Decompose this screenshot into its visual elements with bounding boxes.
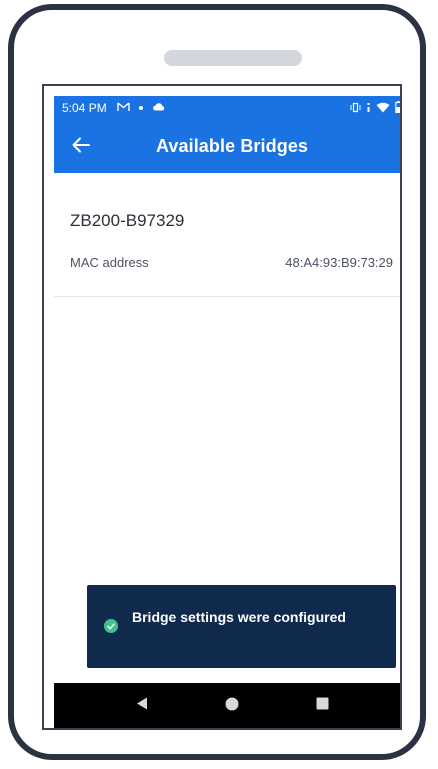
- back-triangle-icon: [136, 697, 148, 715]
- dot-icon: [138, 102, 144, 115]
- nav-recents-button[interactable]: [312, 696, 332, 716]
- cloud-icon: [152, 102, 165, 114]
- status-right-icons: [350, 101, 400, 116]
- app-bar: Available Bridges: [54, 120, 400, 173]
- mac-address-label: MAC address: [70, 255, 149, 270]
- success-snackbar: Bridge settings were configured: [87, 585, 396, 668]
- page-title: Available Bridges: [155, 136, 309, 156]
- phone-speaker: [164, 50, 302, 66]
- bridge-name: ZB200-B97329: [70, 211, 185, 230]
- home-circle-icon: [225, 697, 239, 716]
- status-bar: 5:04 PM: [54, 96, 400, 120]
- vibrate-icon: [350, 102, 361, 116]
- device-screen: 5:04 PM Available Bridges ZB200-B97329 M…: [42, 84, 402, 730]
- nav-home-button[interactable]: [222, 696, 242, 716]
- status-time: 5:04 PM: [62, 101, 107, 115]
- check-circle-icon: [104, 619, 118, 633]
- nav-back-button[interactable]: [132, 696, 152, 716]
- mac-address-value: 48:A4:93:B9:73:29: [285, 255, 393, 270]
- bridge-list-item[interactable]: ZB200-B97329 MAC address 48:A4:93:B9:73:…: [54, 173, 400, 297]
- battery-icon: [395, 101, 400, 116]
- wifi-icon: [376, 102, 390, 116]
- gmail-icon: [117, 101, 130, 115]
- phone-frame: 5:04 PM Available Bridges ZB200-B97329 M…: [8, 4, 426, 760]
- android-nav-bar: [54, 683, 400, 728]
- snackbar-message: Bridge settings were configured: [132, 609, 346, 625]
- signal-icon: [366, 102, 371, 116]
- recents-square-icon: [316, 697, 329, 715]
